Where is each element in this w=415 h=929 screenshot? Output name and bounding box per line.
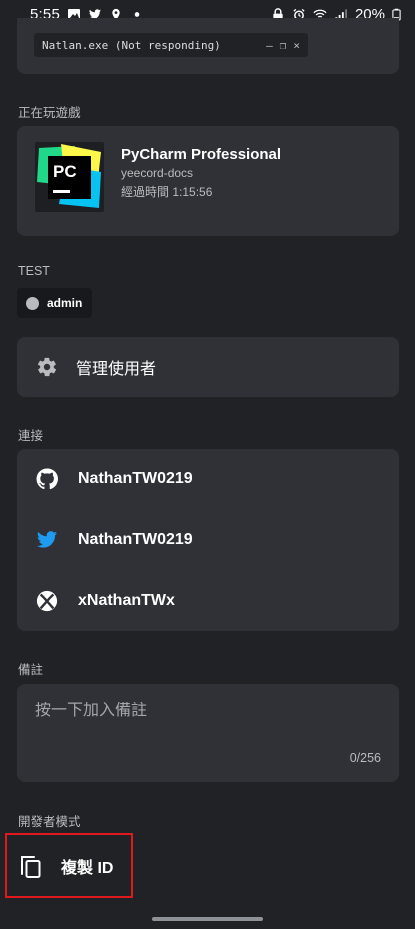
copy-id-label: 複製 ID bbox=[61, 859, 114, 877]
home-indicator[interactable] bbox=[152, 917, 263, 921]
playing-section-label: 正在玩遊戲 bbox=[18, 106, 81, 120]
connection-xbox[interactable]: xNathanTWx bbox=[36, 586, 175, 616]
game-detail: yeecord-docs bbox=[121, 166, 194, 180]
copy-icon bbox=[21, 855, 41, 878]
pycharm-icon: PC bbox=[35, 142, 104, 212]
previous-activity-card: Natlan.exe (Not responding) – ❐ × bbox=[17, 18, 399, 74]
minimize-icon: – bbox=[266, 38, 273, 52]
connection-name: NathanTW0219 bbox=[78, 470, 193, 487]
connection-name: xNathanTWx bbox=[78, 592, 175, 609]
note-char-counter: 0/256 bbox=[349, 751, 381, 765]
note-section-label: 備註 bbox=[18, 663, 44, 677]
manage-users-button[interactable]: 管理使用者 bbox=[17, 337, 399, 397]
user-profile-screen: 5:55 20% Natlan.exe (Not responding) – ❐… bbox=[0, 0, 415, 929]
roles-section-label: TEST bbox=[18, 264, 50, 278]
connection-name: NathanTW0219 bbox=[78, 531, 193, 548]
connections-card: NathanTW0219 NathanTW0219 xNathanTWx bbox=[17, 449, 399, 631]
role-color-dot bbox=[26, 296, 39, 310]
window-controls: – ❐ × bbox=[266, 39, 300, 52]
copy-id-button[interactable]: 複製 ID bbox=[5, 833, 133, 898]
close-icon: × bbox=[293, 38, 300, 52]
developer-section-label: 開發者模式 bbox=[18, 815, 81, 829]
role-name: admin bbox=[47, 296, 83, 310]
xbox-icon bbox=[36, 590, 58, 612]
connection-github[interactable]: NathanTW0219 bbox=[36, 464, 193, 494]
twitter-icon bbox=[36, 531, 58, 548]
connection-twitter[interactable]: NathanTW0219 bbox=[36, 525, 193, 555]
role-pill-admin[interactable]: admin bbox=[17, 288, 92, 318]
window-title-bar: Natlan.exe (Not responding) – ❐ × bbox=[34, 33, 308, 57]
note-card: 0/256 bbox=[17, 684, 399, 782]
note-input[interactable] bbox=[35, 702, 375, 720]
game-name: PyCharm Professional bbox=[121, 146, 282, 163]
elapsed-time: 經過時間 1:15:56 bbox=[121, 185, 213, 199]
svg-text:PC: PC bbox=[53, 162, 77, 181]
restore-icon: ❐ bbox=[279, 38, 287, 52]
manage-users-label: 管理使用者 bbox=[76, 361, 157, 378]
connections-section-label: 連接 bbox=[18, 429, 44, 443]
playing-card[interactable]: PC PyCharm Professional yeecord-docs 經過時… bbox=[17, 126, 399, 236]
window-title: Natlan.exe (Not responding) bbox=[42, 38, 221, 52]
gear-icon bbox=[37, 357, 57, 377]
github-icon bbox=[36, 468, 58, 490]
